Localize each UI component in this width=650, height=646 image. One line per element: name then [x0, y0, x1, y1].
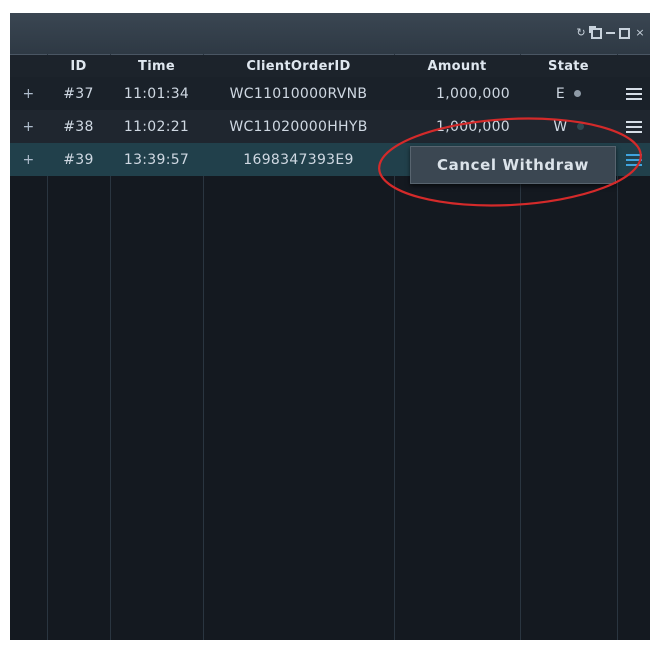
- minimize-icon[interactable]: [606, 32, 615, 34]
- client-order-id: WC11010000RVNB: [229, 85, 368, 102]
- state-indicator-icon: [576, 123, 584, 130]
- table-row[interactable]: + #37 11:01:34 WC11010000RVNB 1,000,000 …: [10, 77, 650, 110]
- window-titlebar: ↻ ×: [10, 13, 650, 55]
- order-time: 11:02:21: [123, 118, 190, 135]
- row-menu-button[interactable]: [617, 77, 650, 110]
- header-time[interactable]: Time: [110, 55, 203, 77]
- hamburger-menu-icon[interactable]: [625, 87, 642, 100]
- state-indicator-icon: [574, 90, 582, 97]
- header-amount[interactable]: Amount: [394, 55, 520, 77]
- cancel-withdraw-button[interactable]: Cancel Withdraw: [410, 146, 616, 184]
- order-amount: 1,000,000: [436, 118, 510, 135]
- order-time: 13:39:57: [123, 151, 190, 168]
- order-amount: 1,000,000: [436, 85, 510, 102]
- table-row[interactable]: + #38 11:02:21 WC11020000HHYB 1,000,000 …: [10, 110, 650, 143]
- state-label: W: [553, 118, 568, 135]
- client-order-id: 1698347393E9: [243, 151, 354, 168]
- expand-row-button[interactable]: +: [10, 143, 47, 176]
- expand-row-button[interactable]: +: [10, 77, 47, 110]
- order-id: #37: [63, 85, 94, 102]
- order-time: 11:01:34: [123, 85, 190, 102]
- state-label: E: [555, 85, 566, 102]
- expand-row-button[interactable]: +: [10, 110, 47, 143]
- header-client-order-id[interactable]: ClientOrderID: [203, 55, 394, 77]
- header-id[interactable]: ID: [47, 55, 110, 77]
- order-state: E: [520, 77, 617, 110]
- table-header: ID Time ClientOrderID Amount State: [10, 55, 650, 77]
- refresh-icon[interactable]: ↻: [575, 25, 587, 41]
- popout-icon[interactable]: [589, 25, 602, 39]
- order-id: #39: [63, 151, 94, 168]
- window-controls: ↻ ×: [575, 25, 646, 41]
- hamburger-menu-icon[interactable]: [625, 120, 642, 133]
- orders-window: ↻ × ID Time ClientOrderID Amount State +…: [10, 13, 650, 640]
- order-id: #38: [63, 118, 94, 135]
- client-order-id: WC11020000HHYB: [229, 118, 368, 135]
- order-state: W: [520, 110, 617, 143]
- maximize-icon[interactable]: [619, 27, 630, 39]
- row-menu-button[interactable]: [617, 110, 650, 143]
- close-icon[interactable]: ×: [634, 25, 646, 41]
- header-state[interactable]: State: [520, 55, 617, 77]
- hamburger-menu-icon[interactable]: [625, 153, 642, 166]
- row-menu-button[interactable]: [617, 143, 650, 176]
